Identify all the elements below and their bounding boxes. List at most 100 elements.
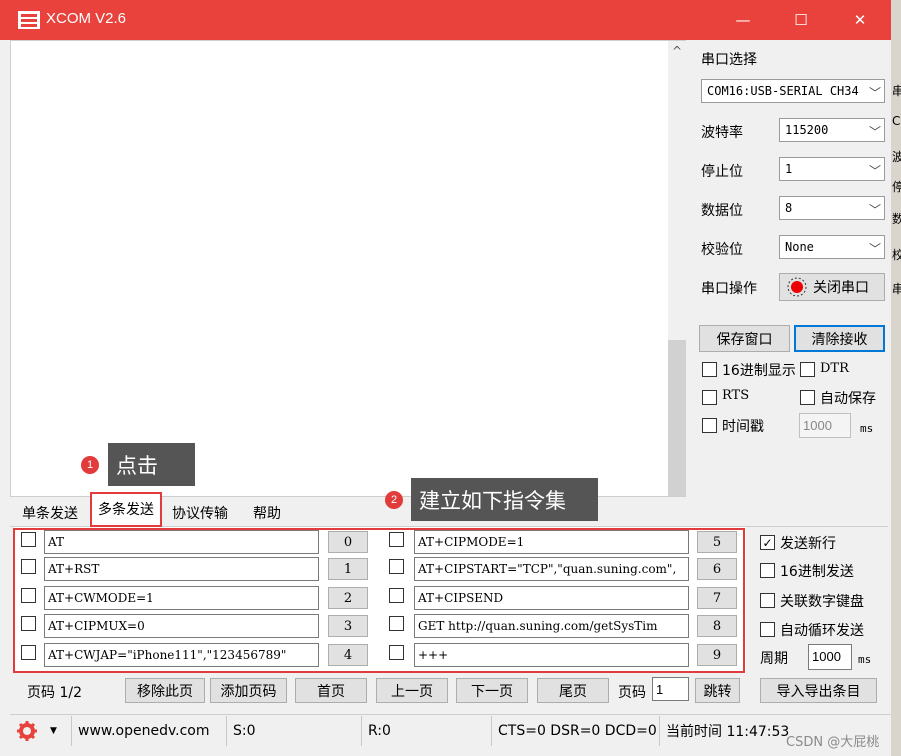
tab-highlight-box (90, 492, 162, 527)
minimize-button[interactable]: — (714, 0, 772, 40)
chevron-down-icon: ﹀ (868, 86, 881, 100)
app-logo-icon (18, 11, 40, 29)
prev-page-button[interactable]: 上一页 (376, 678, 448, 703)
gear-icon (17, 721, 37, 741)
sent-count: S:0 (227, 716, 362, 746)
page-indicator: 页码 1/2 (27, 685, 82, 701)
command-set-highlight-box (13, 528, 745, 673)
send-newline-label: 发送新行 (780, 536, 836, 552)
background-window-fragment: 停 (892, 180, 901, 194)
add-page-button[interactable]: 添加页码 (210, 678, 287, 703)
background-window-fragment: 串 (892, 84, 901, 98)
numpad-label: 关联数字键盘 (780, 594, 864, 610)
rts-label: RTS (722, 388, 750, 403)
hex-display-checkbox[interactable] (702, 362, 717, 377)
auto-save-checkbox[interactable] (800, 390, 815, 405)
step-two-callout: 建立如下指令集 (411, 478, 598, 521)
background-window-fragment: 波 (892, 150, 901, 164)
timestamp-ms-label: ms (860, 422, 874, 435)
clear-receive-label: 清除接收 (811, 331, 868, 348)
timestamp-checkbox[interactable] (702, 418, 717, 433)
background-window-fragment: 数 (892, 212, 901, 226)
tab-help[interactable]: 帮助 (238, 499, 296, 526)
loop-send-label: 自动循环发送 (780, 623, 864, 639)
maximize-button[interactable]: ☐ (772, 0, 830, 40)
baud-select[interactable]: 115200 ﹀ (779, 118, 885, 142)
step-one-callout: 点击 (108, 443, 195, 486)
dtr-checkbox[interactable] (800, 362, 815, 377)
data-bits-value: 8 (785, 201, 793, 215)
port-select-value: COM16:USB-SERIAL CH34 (707, 84, 859, 98)
data-bits-label: 数据位 (701, 203, 743, 219)
page-number-input[interactable]: 1 (652, 677, 689, 701)
save-window-label: 保存窗口 (716, 331, 773, 348)
period-label: 周期 (760, 651, 788, 667)
period-input[interactable]: 1000 (808, 644, 852, 670)
status-divider (10, 714, 891, 715)
timestamp-label: 时间戳 (722, 419, 764, 435)
close-button[interactable]: ✕ (831, 0, 889, 40)
stop-bits-value: 1 (785, 162, 793, 176)
tab-single-send[interactable]: 单条发送 (14, 499, 86, 526)
close-icon: ✕ (853, 11, 867, 29)
jump-button[interactable]: 跳转 (695, 678, 740, 703)
website-link[interactable]: www.openedv.com (72, 716, 227, 746)
background-window-fragment: C (892, 114, 901, 128)
port-select-label: 串口选择 (701, 52, 757, 68)
stop-bits-select[interactable]: 1 ﹀ (779, 157, 885, 181)
auto-save-label: 自动保存 (820, 391, 876, 407)
chevron-down-icon: ﹀ (868, 242, 881, 256)
received-count: R:0 (362, 716, 492, 746)
dtr-label: DTR (820, 361, 849, 376)
clear-receive-button[interactable]: 清除接收 (794, 325, 885, 352)
minimize-icon: — (735, 11, 751, 29)
send-newline-checkbox[interactable]: ✓ (760, 535, 775, 550)
first-page-button[interactable]: 首页 (295, 678, 367, 703)
next-page-button[interactable]: 下一页 (456, 678, 528, 703)
line-status: CTS=0 DSR=0 DCD=0 (492, 716, 660, 746)
baud-label: 波特率 (701, 125, 743, 141)
port-select[interactable]: COM16:USB-SERIAL CH34 ﹀ (701, 79, 885, 103)
parity-value: None (785, 240, 814, 254)
watermark: CSDN @大屁桃 (786, 735, 880, 750)
numpad-checkbox[interactable] (760, 593, 775, 608)
maximize-icon: ☐ (794, 11, 808, 29)
settings-menu-button[interactable]: ▼ (10, 716, 72, 746)
stop-bits-label: 停止位 (701, 164, 743, 180)
loop-send-checkbox[interactable] (760, 622, 775, 637)
scrollbar-thumb[interactable] (668, 340, 686, 496)
close-port-label: 关闭串口 (813, 280, 869, 296)
scroll-up-icon[interactable]: ^ (669, 44, 685, 58)
page-code-label: 页码 (618, 685, 646, 701)
tab-protocol[interactable]: 协议传输 (166, 499, 234, 526)
record-icon (787, 277, 807, 297)
chevron-down-icon: ﹀ (868, 125, 881, 139)
close-port-button[interactable]: 关闭串口 (779, 273, 885, 301)
chevron-down-icon: ﹀ (868, 164, 881, 178)
hex-send-checkbox[interactable] (760, 563, 775, 578)
parity-label: 校验位 (701, 242, 743, 258)
last-page-button[interactable]: 尾页 (537, 678, 609, 703)
parity-select[interactable]: None ﹀ (779, 235, 885, 259)
baud-value: 115200 (785, 123, 829, 137)
caret-down-icon: ▼ (50, 726, 57, 736)
title-bar[interactable]: XCOM V2.6 — ☐ ✕ (0, 0, 891, 40)
background-window-fragment: 串 (892, 282, 901, 296)
import-export-button[interactable]: 导入导出条目 (760, 678, 877, 703)
hex-send-label: 16进制发送 (780, 564, 854, 580)
data-bits-select[interactable]: 8 ﹀ (779, 196, 885, 220)
background-window-edge: 串C波停数校串 (891, 0, 901, 756)
hex-display-label: 16进制显示 (722, 363, 796, 379)
receive-text-area[interactable] (10, 40, 686, 497)
step-two-badge: 2 (385, 491, 403, 509)
save-window-button[interactable]: 保存窗口 (699, 325, 790, 352)
rts-checkbox[interactable] (702, 390, 717, 405)
port-op-label: 串口操作 (701, 281, 757, 297)
timestamp-interval-input[interactable]: 1000 (799, 413, 851, 438)
step-one-badge: 1 (81, 456, 99, 474)
chevron-down-icon: ﹀ (868, 203, 881, 217)
window-title: XCOM V2.6 (46, 10, 127, 27)
period-ms-label: ms (858, 653, 872, 666)
background-window-fragment: 校 (892, 248, 901, 262)
remove-page-button[interactable]: 移除此页 (125, 678, 205, 703)
